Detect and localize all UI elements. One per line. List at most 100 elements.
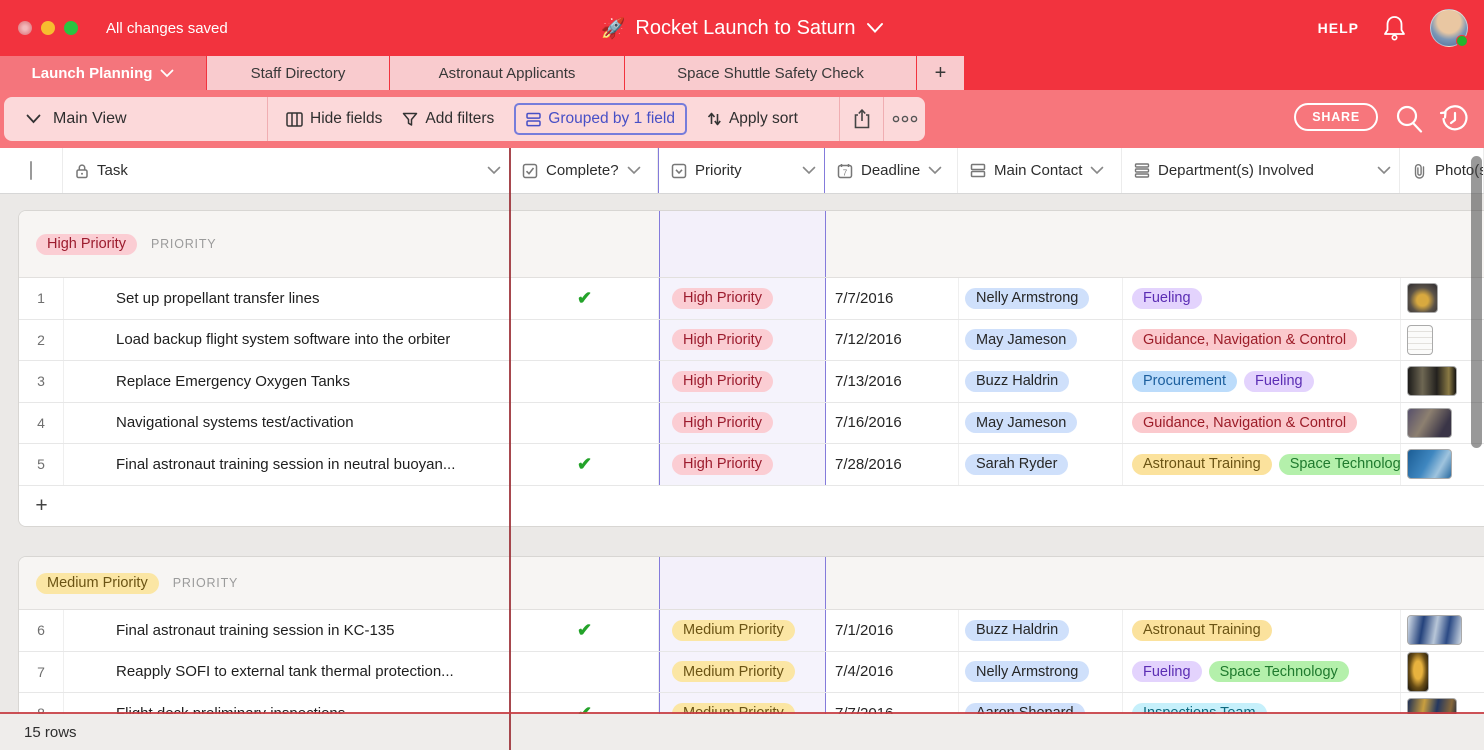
- history-undo-icon[interactable]: [1438, 103, 1470, 135]
- departments-cell[interactable]: Astronaut Training: [1123, 610, 1401, 651]
- column-header-contact[interactable]: Main Contact: [958, 148, 1122, 193]
- departments-cell[interactable]: Fueling: [1123, 278, 1401, 319]
- row-number-cell[interactable]: 7: [19, 652, 64, 693]
- photo-thumbnail[interactable]: [1407, 366, 1457, 396]
- share-button[interactable]: SHARE: [1294, 103, 1378, 131]
- apply-sort-button[interactable]: Apply sort: [707, 110, 798, 128]
- tab-staff-directory[interactable]: Staff Directory: [207, 56, 390, 90]
- deadline-cell[interactable]: 7/7/2016: [826, 278, 959, 319]
- column-header-task[interactable]: Task: [63, 148, 510, 193]
- photo-thumbnail[interactable]: [1407, 408, 1452, 438]
- column-header-departments[interactable]: Department(s) Involved: [1122, 148, 1400, 193]
- tab-launch-planning[interactable]: Launch Planning: [0, 56, 207, 90]
- column-chevron-icon[interactable]: [627, 166, 641, 175]
- task-cell[interactable]: Final astronaut training session in KC-1…: [64, 610, 511, 651]
- select-all-checkbox[interactable]: [0, 148, 63, 193]
- row-number-cell[interactable]: 6: [19, 610, 64, 651]
- hide-fields-button[interactable]: Hide fields: [286, 110, 382, 128]
- complete-cell[interactable]: [511, 652, 659, 693]
- deadline-cell[interactable]: 7/13/2016: [826, 361, 959, 402]
- photo-thumbnail[interactable]: [1407, 615, 1462, 645]
- complete-cell[interactable]: [511, 361, 659, 402]
- complete-cell[interactable]: ✔: [511, 610, 659, 651]
- view-collapse-chevron-icon[interactable]: [26, 114, 41, 124]
- departments-cell[interactable]: Astronaut TrainingSpace Technology: [1123, 444, 1401, 485]
- priority-cell[interactable]: High Priority: [659, 444, 826, 485]
- contact-cell[interactable]: Nelly Armstrong: [959, 652, 1123, 693]
- photo-cell[interactable]: [1401, 652, 1484, 693]
- task-cell[interactable]: Load backup flight system software into …: [64, 320, 511, 361]
- more-options-button[interactable]: [883, 97, 925, 141]
- deadline-cell[interactable]: 7/16/2016: [826, 403, 959, 444]
- help-button[interactable]: HELP: [1318, 20, 1359, 36]
- grouped-by-button[interactable]: Grouped by 1 field: [514, 103, 687, 135]
- column-chevron-icon[interactable]: [802, 166, 816, 175]
- window-minimize-button[interactable]: [41, 21, 55, 35]
- photo-thumbnail[interactable]: [1407, 652, 1429, 692]
- column-chevron-icon[interactable]: [928, 166, 942, 175]
- departments-cell[interactable]: ProcurementFueling: [1123, 361, 1401, 402]
- task-cell[interactable]: Navigational systems test/activation: [64, 403, 511, 444]
- column-chevron-icon[interactable]: [1090, 166, 1104, 175]
- contact-cell[interactable]: May Jameson: [959, 320, 1123, 361]
- row-number-cell[interactable]: 2: [19, 320, 64, 361]
- tab-astronaut-applicants[interactable]: Astronaut Applicants: [390, 56, 625, 90]
- user-avatar[interactable]: [1430, 9, 1468, 47]
- add-table-tab-button[interactable]: +: [917, 56, 965, 90]
- row-number-cell[interactable]: 5: [19, 444, 64, 485]
- priority-cell[interactable]: Medium Priority: [659, 610, 826, 651]
- photo-thumbnail[interactable]: [1407, 283, 1438, 313]
- notifications-bell-icon[interactable]: [1381, 14, 1408, 42]
- column-header-deadline[interactable]: 7Deadline: [825, 148, 958, 193]
- departments-cell[interactable]: FuelingSpace Technology: [1123, 652, 1401, 693]
- column-chevron-icon[interactable]: [487, 166, 501, 175]
- row-number-cell[interactable]: 4: [19, 403, 64, 444]
- row-number-cell[interactable]: 3: [19, 361, 64, 402]
- task-cell[interactable]: Replace Emergency Oxygen Tanks: [64, 361, 511, 402]
- column-header-complete[interactable]: Complete?: [510, 148, 658, 193]
- column-chevron-icon[interactable]: [1377, 166, 1391, 175]
- departments-cell[interactable]: Guidance, Navigation & Control: [1123, 403, 1401, 444]
- tab-space-shuttle-safety-check[interactable]: Space Shuttle Safety Check: [625, 56, 917, 90]
- search-icon[interactable]: [1394, 103, 1424, 135]
- deadline-cell[interactable]: 7/28/2016: [826, 444, 959, 485]
- photo-cell[interactable]: [1401, 444, 1484, 485]
- photo-thumbnail[interactable]: [1407, 325, 1433, 355]
- window-maximize-button[interactable]: [64, 21, 78, 35]
- add-filters-button[interactable]: Add filters: [402, 110, 494, 128]
- priority-cell[interactable]: Medium Priority: [659, 652, 826, 693]
- contact-cell[interactable]: Buzz Haldrin: [959, 361, 1123, 402]
- deadline-cell[interactable]: 7/12/2016: [826, 320, 959, 361]
- deadline-cell[interactable]: 7/4/2016: [826, 652, 959, 693]
- group-header[interactable]: Medium PriorityPRIORITY: [19, 557, 1484, 610]
- task-cell[interactable]: Reapply SOFI to external tank thermal pr…: [64, 652, 511, 693]
- complete-cell[interactable]: [511, 320, 659, 361]
- deadline-cell[interactable]: 7/1/2016: [826, 610, 959, 651]
- contact-cell[interactable]: May Jameson: [959, 403, 1123, 444]
- base-title-chevron-icon[interactable]: [866, 22, 884, 34]
- priority-cell[interactable]: High Priority: [659, 278, 826, 319]
- photo-cell[interactable]: [1401, 610, 1484, 651]
- complete-cell[interactable]: ✔: [511, 444, 659, 485]
- window-close-button[interactable]: [18, 21, 32, 35]
- share-view-button[interactable]: [839, 97, 883, 141]
- priority-cell[interactable]: High Priority: [659, 403, 826, 444]
- contact-cell[interactable]: Buzz Haldrin: [959, 610, 1123, 651]
- task-cell[interactable]: Final astronaut training session in neut…: [64, 444, 511, 485]
- group-header[interactable]: High PriorityPRIORITY: [19, 211, 1484, 278]
- departments-cell[interactable]: Guidance, Navigation & Control: [1123, 320, 1401, 361]
- complete-cell[interactable]: ✔: [511, 278, 659, 319]
- contact-cell[interactable]: Nelly Armstrong: [959, 278, 1123, 319]
- photo-thumbnail[interactable]: [1407, 449, 1452, 479]
- column-header-priority[interactable]: Priority: [658, 148, 825, 193]
- complete-cell[interactable]: [511, 403, 659, 444]
- task-cell[interactable]: Set up propellant transfer lines: [64, 278, 511, 319]
- add-row-button[interactable]: +: [19, 486, 1484, 526]
- tab-chevron-icon[interactable]: [160, 69, 174, 78]
- vertical-scrollbar-thumb[interactable]: [1471, 156, 1482, 448]
- view-switcher[interactable]: Main View: [4, 97, 267, 141]
- priority-cell[interactable]: High Priority: [659, 320, 826, 361]
- row-number-cell[interactable]: 1: [19, 278, 64, 319]
- contact-cell[interactable]: Sarah Ryder: [959, 444, 1123, 485]
- priority-cell[interactable]: High Priority: [659, 361, 826, 402]
